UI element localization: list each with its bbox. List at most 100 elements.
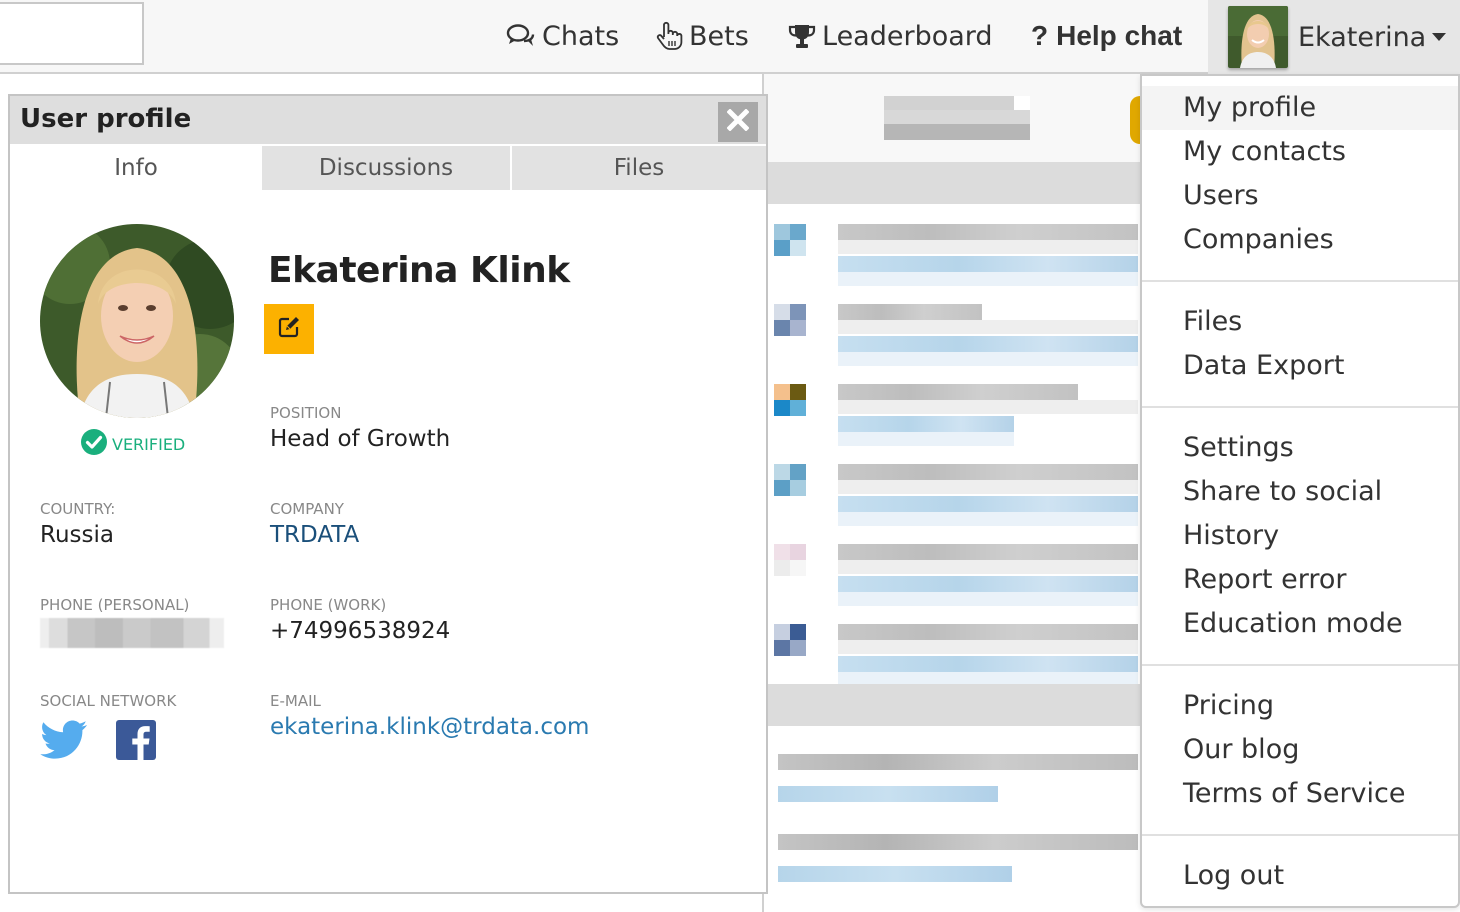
company-link[interactable]: TRDATA xyxy=(270,522,359,548)
menu-item-our-blog[interactable]: Our blog xyxy=(1142,728,1458,772)
chat-bubbles-icon xyxy=(506,22,536,50)
phone-work-label: PHONE (WORK) xyxy=(270,596,387,614)
background-band xyxy=(764,162,1162,204)
menu-group-account: My profile My contacts Users Companies xyxy=(1142,86,1458,262)
background-link-line xyxy=(838,256,1138,272)
user-name: Ekaterina xyxy=(1298,21,1427,53)
close-icon xyxy=(726,108,750,135)
background-thumbnail-block xyxy=(774,240,790,256)
menu-item-companies[interactable]: Companies xyxy=(1142,218,1458,262)
user-avatar xyxy=(1228,6,1288,68)
user-menu-toggle[interactable]: Ekaterina xyxy=(1208,0,1460,74)
background-text-line xyxy=(838,224,1138,240)
email-label: E-MAIL xyxy=(270,692,321,710)
tab-files[interactable]: Files xyxy=(512,146,766,190)
country-value: Russia xyxy=(40,522,114,548)
company-label: COMPANY xyxy=(270,500,344,518)
nav-chats[interactable]: Chats xyxy=(506,0,619,72)
background-thumbnail-block xyxy=(774,224,790,240)
field-phone-work: PHONE (WORK) +74996538924 xyxy=(270,596,450,644)
field-country: COUNTRY: Russia xyxy=(40,500,115,548)
panel-title: User profile xyxy=(20,104,192,134)
background-text-line xyxy=(838,320,1138,334)
background-link-line xyxy=(838,336,1138,352)
background-link-line xyxy=(838,432,1014,446)
menu-item-education-mode[interactable]: Education mode xyxy=(1142,602,1458,646)
background-text-line xyxy=(838,304,982,320)
menu-item-report-error[interactable]: Report error xyxy=(1142,558,1458,602)
user-profile-panel: User profile Info Discussions Files VERI… xyxy=(8,94,768,894)
background-text-line xyxy=(778,834,1138,850)
profile-avatar xyxy=(40,224,234,418)
field-position: POSITION Head of Growth xyxy=(270,404,450,452)
background-thumbnail-block xyxy=(774,384,790,400)
background-text-line xyxy=(838,560,1138,574)
background-link-line xyxy=(838,576,1138,592)
facebook-icon[interactable] xyxy=(116,720,156,764)
phone-work-value: +74996538924 xyxy=(270,618,451,644)
menu-item-users[interactable]: Users xyxy=(1142,174,1458,218)
nav-help-chat[interactable]: ? Help chat xyxy=(1031,0,1182,72)
background-text-line xyxy=(838,544,1138,560)
background-link-line xyxy=(838,352,1138,366)
menu-item-pricing[interactable]: Pricing xyxy=(1142,684,1458,728)
background-thumbnail-block xyxy=(790,320,806,336)
twitter-icon[interactable] xyxy=(40,720,88,764)
background-thumbnail-block xyxy=(790,400,806,416)
background-text-line xyxy=(838,464,1138,480)
menu-item-data-export[interactable]: Data Export xyxy=(1142,344,1458,388)
background-link-line xyxy=(838,512,1138,526)
nav-chats-label: Chats xyxy=(542,20,620,52)
background-text-line xyxy=(778,754,1138,770)
field-email: E-MAIL ekaterina.klink@trdata.com xyxy=(270,692,589,740)
panel-header: User profile xyxy=(10,96,766,144)
background-content xyxy=(762,74,1162,912)
nav-bets-label: Bets xyxy=(689,20,749,52)
pointer-hand-icon xyxy=(655,21,683,51)
question-icon: ? xyxy=(1031,20,1049,51)
nav-leaderboard[interactable]: Leaderboard xyxy=(788,0,993,72)
menu-item-terms-of-service[interactable]: Terms of Service xyxy=(1142,772,1458,816)
background-thumbnail-block xyxy=(774,304,790,320)
tab-info[interactable]: Info xyxy=(10,146,262,190)
menu-group-info: Pricing Our blog Terms of Service xyxy=(1142,684,1458,816)
menu-item-settings[interactable]: Settings xyxy=(1142,426,1458,470)
search-input[interactable] xyxy=(0,2,144,65)
background-text-line xyxy=(838,624,1138,640)
background-thumbnail-block xyxy=(774,624,790,640)
background-thumbnail-block xyxy=(790,624,806,640)
menu-item-share-to-social[interactable]: Share to social xyxy=(1142,470,1458,514)
phone-personal-value-blurred xyxy=(40,618,224,648)
position-value: Head of Growth xyxy=(270,426,451,452)
profile-tabs: Info Discussions Files xyxy=(10,146,766,190)
nav-help-chat-label: Help chat xyxy=(1056,20,1183,51)
background-thumbnail-block xyxy=(774,640,790,656)
email-link[interactable]: ekaterina.klink@trdata.com xyxy=(270,714,589,740)
background-thumbnail-block xyxy=(790,304,806,320)
menu-item-log-out[interactable]: Log out xyxy=(1142,854,1458,898)
background-thumbnail-block xyxy=(790,560,806,576)
background-thumbnail-block xyxy=(774,400,790,416)
background-link-line xyxy=(838,272,1138,286)
background-thumbnail-block xyxy=(790,544,806,560)
tab-discussions[interactable]: Discussions xyxy=(262,146,512,190)
trophy-icon xyxy=(788,22,816,50)
menu-item-history[interactable]: History xyxy=(1142,514,1458,558)
check-circle-icon xyxy=(80,428,108,460)
edit-profile-button[interactable] xyxy=(264,304,314,354)
menu-item-my-contacts[interactable]: My contacts xyxy=(1142,130,1458,174)
close-button[interactable] xyxy=(718,102,758,142)
nav-bets[interactable]: Bets xyxy=(655,0,749,72)
profile-full-name: Ekaterina Klink xyxy=(268,250,570,291)
background-thumbnail-block xyxy=(790,224,806,240)
top-bar: Chats Bets Leaderboard ? Help chat Ekate… xyxy=(0,0,1460,74)
verified-badge: VERIFIED xyxy=(80,428,185,460)
menu-group-settings: Settings Share to social History Report … xyxy=(1142,426,1458,646)
background-thumbnail-block xyxy=(790,480,806,496)
field-phone-personal: PHONE (PERSONAL) xyxy=(40,596,224,648)
menu-item-files[interactable]: Files xyxy=(1142,300,1458,344)
background-band xyxy=(764,684,1162,726)
menu-item-my-profile[interactable]: My profile xyxy=(1142,86,1458,130)
background-link-line xyxy=(838,496,1138,512)
background-thumbnail-block xyxy=(774,464,790,480)
